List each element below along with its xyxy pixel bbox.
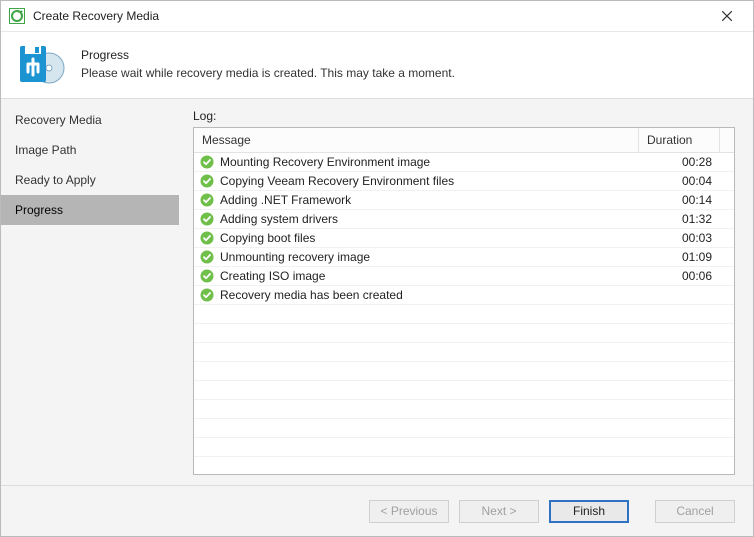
log-cell-message: Adding system drivers [194, 212, 640, 226]
sidebar-step[interactable]: Recovery Media [1, 105, 179, 135]
wizard-step-subtitle: Please wait while recovery media is crea… [81, 66, 455, 80]
success-icon [200, 269, 214, 283]
log-cell-duration: 00:03 [640, 231, 720, 245]
finish-button[interactable]: Finish [549, 500, 629, 523]
log-row-empty [194, 419, 734, 438]
log-message-text: Creating ISO image [220, 269, 325, 283]
log-table-header: Message Duration [194, 128, 734, 153]
sidebar-step[interactable]: Ready to Apply [1, 165, 179, 195]
log-cell-duration: 00:14 [640, 193, 720, 207]
success-icon [200, 193, 214, 207]
recovery-media-icon [17, 40, 65, 88]
log-message-text: Adding system drivers [220, 212, 338, 226]
log-cell-duration: 01:09 [640, 250, 720, 264]
success-icon [200, 250, 214, 264]
cancel-button: Cancel [655, 500, 735, 523]
success-icon [200, 288, 214, 302]
log-message-text: Copying Veeam Recovery Environment files [220, 174, 454, 188]
log-row[interactable]: Creating ISO image 00:06 [194, 267, 734, 286]
log-row[interactable]: Mounting Recovery Environment image 00:28 [194, 153, 734, 172]
titlebar: Create Recovery Media [1, 1, 753, 32]
sidebar-step[interactable]: Progress [1, 195, 179, 225]
log-row-empty [194, 362, 734, 381]
log-cell-duration: 01:32 [640, 212, 720, 226]
log-row-empty [194, 343, 734, 362]
log-message-text: Unmounting recovery image [220, 250, 370, 264]
wizard-sidebar: Recovery MediaImage PathReady to ApplyPr… [1, 99, 179, 485]
log-cell-message: Copying boot files [194, 231, 640, 245]
log-row-empty [194, 381, 734, 400]
log-row[interactable]: Unmounting recovery image 01:09 [194, 248, 734, 267]
success-icon [200, 212, 214, 226]
next-button: Next > [459, 500, 539, 523]
wizard-content: Log: Message Duration Mounting Recovery … [179, 99, 753, 485]
log-cell-message: Creating ISO image [194, 269, 640, 283]
log-cell-duration: 00:28 [640, 155, 720, 169]
log-row[interactable]: Adding system drivers 01:32 [194, 210, 734, 229]
log-row-empty [194, 400, 734, 419]
log-cell-message: Mounting Recovery Environment image [194, 155, 640, 169]
log-col-padding [720, 128, 734, 152]
log-col-message[interactable]: Message [194, 128, 639, 152]
log-row[interactable]: Copying boot files 00:03 [194, 229, 734, 248]
log-table: Message Duration Mounting Recovery Envir… [193, 127, 735, 475]
log-row-empty [194, 324, 734, 343]
log-cell-message: Adding .NET Framework [194, 193, 640, 207]
log-cell-message: Recovery media has been created [194, 288, 640, 302]
log-message-text: Recovery media has been created [220, 288, 403, 302]
app-icon [9, 8, 25, 24]
log-col-duration[interactable]: Duration [639, 128, 720, 152]
close-button[interactable] [707, 2, 747, 30]
log-row[interactable]: Recovery media has been created [194, 286, 734, 305]
log-cell-message: Unmounting recovery image [194, 250, 640, 264]
sidebar-step[interactable]: Image Path [1, 135, 179, 165]
previous-button: < Previous [369, 500, 449, 523]
log-rows: Mounting Recovery Environment image 00:28… [194, 153, 734, 474]
wizard-footer: < Previous Next > Finish Cancel [1, 485, 753, 536]
log-message-text: Mounting Recovery Environment image [220, 155, 430, 169]
log-message-text: Copying boot files [220, 231, 315, 245]
log-row[interactable]: Copying Veeam Recovery Environment files… [194, 172, 734, 191]
log-row-empty [194, 305, 734, 324]
window: Create Recovery Media Progress Please wa… [0, 0, 754, 537]
log-cell-duration: 00:04 [640, 174, 720, 188]
window-title: Create Recovery Media [33, 9, 707, 23]
log-row-empty [194, 457, 734, 474]
log-row[interactable]: Adding .NET Framework 00:14 [194, 191, 734, 210]
log-row-empty [194, 438, 734, 457]
success-icon [200, 231, 214, 245]
success-icon [200, 174, 214, 188]
wizard-body: Recovery MediaImage PathReady to ApplyPr… [1, 98, 753, 485]
log-cell-message: Copying Veeam Recovery Environment files [194, 174, 640, 188]
wizard-header: Progress Please wait while recovery medi… [1, 32, 753, 98]
log-label: Log: [193, 109, 735, 123]
success-icon [200, 155, 214, 169]
log-message-text: Adding .NET Framework [220, 193, 351, 207]
wizard-step-title: Progress [81, 48, 455, 62]
wizard-header-text: Progress Please wait while recovery medi… [81, 48, 455, 80]
log-cell-duration: 00:06 [640, 269, 720, 283]
close-icon [722, 11, 732, 21]
